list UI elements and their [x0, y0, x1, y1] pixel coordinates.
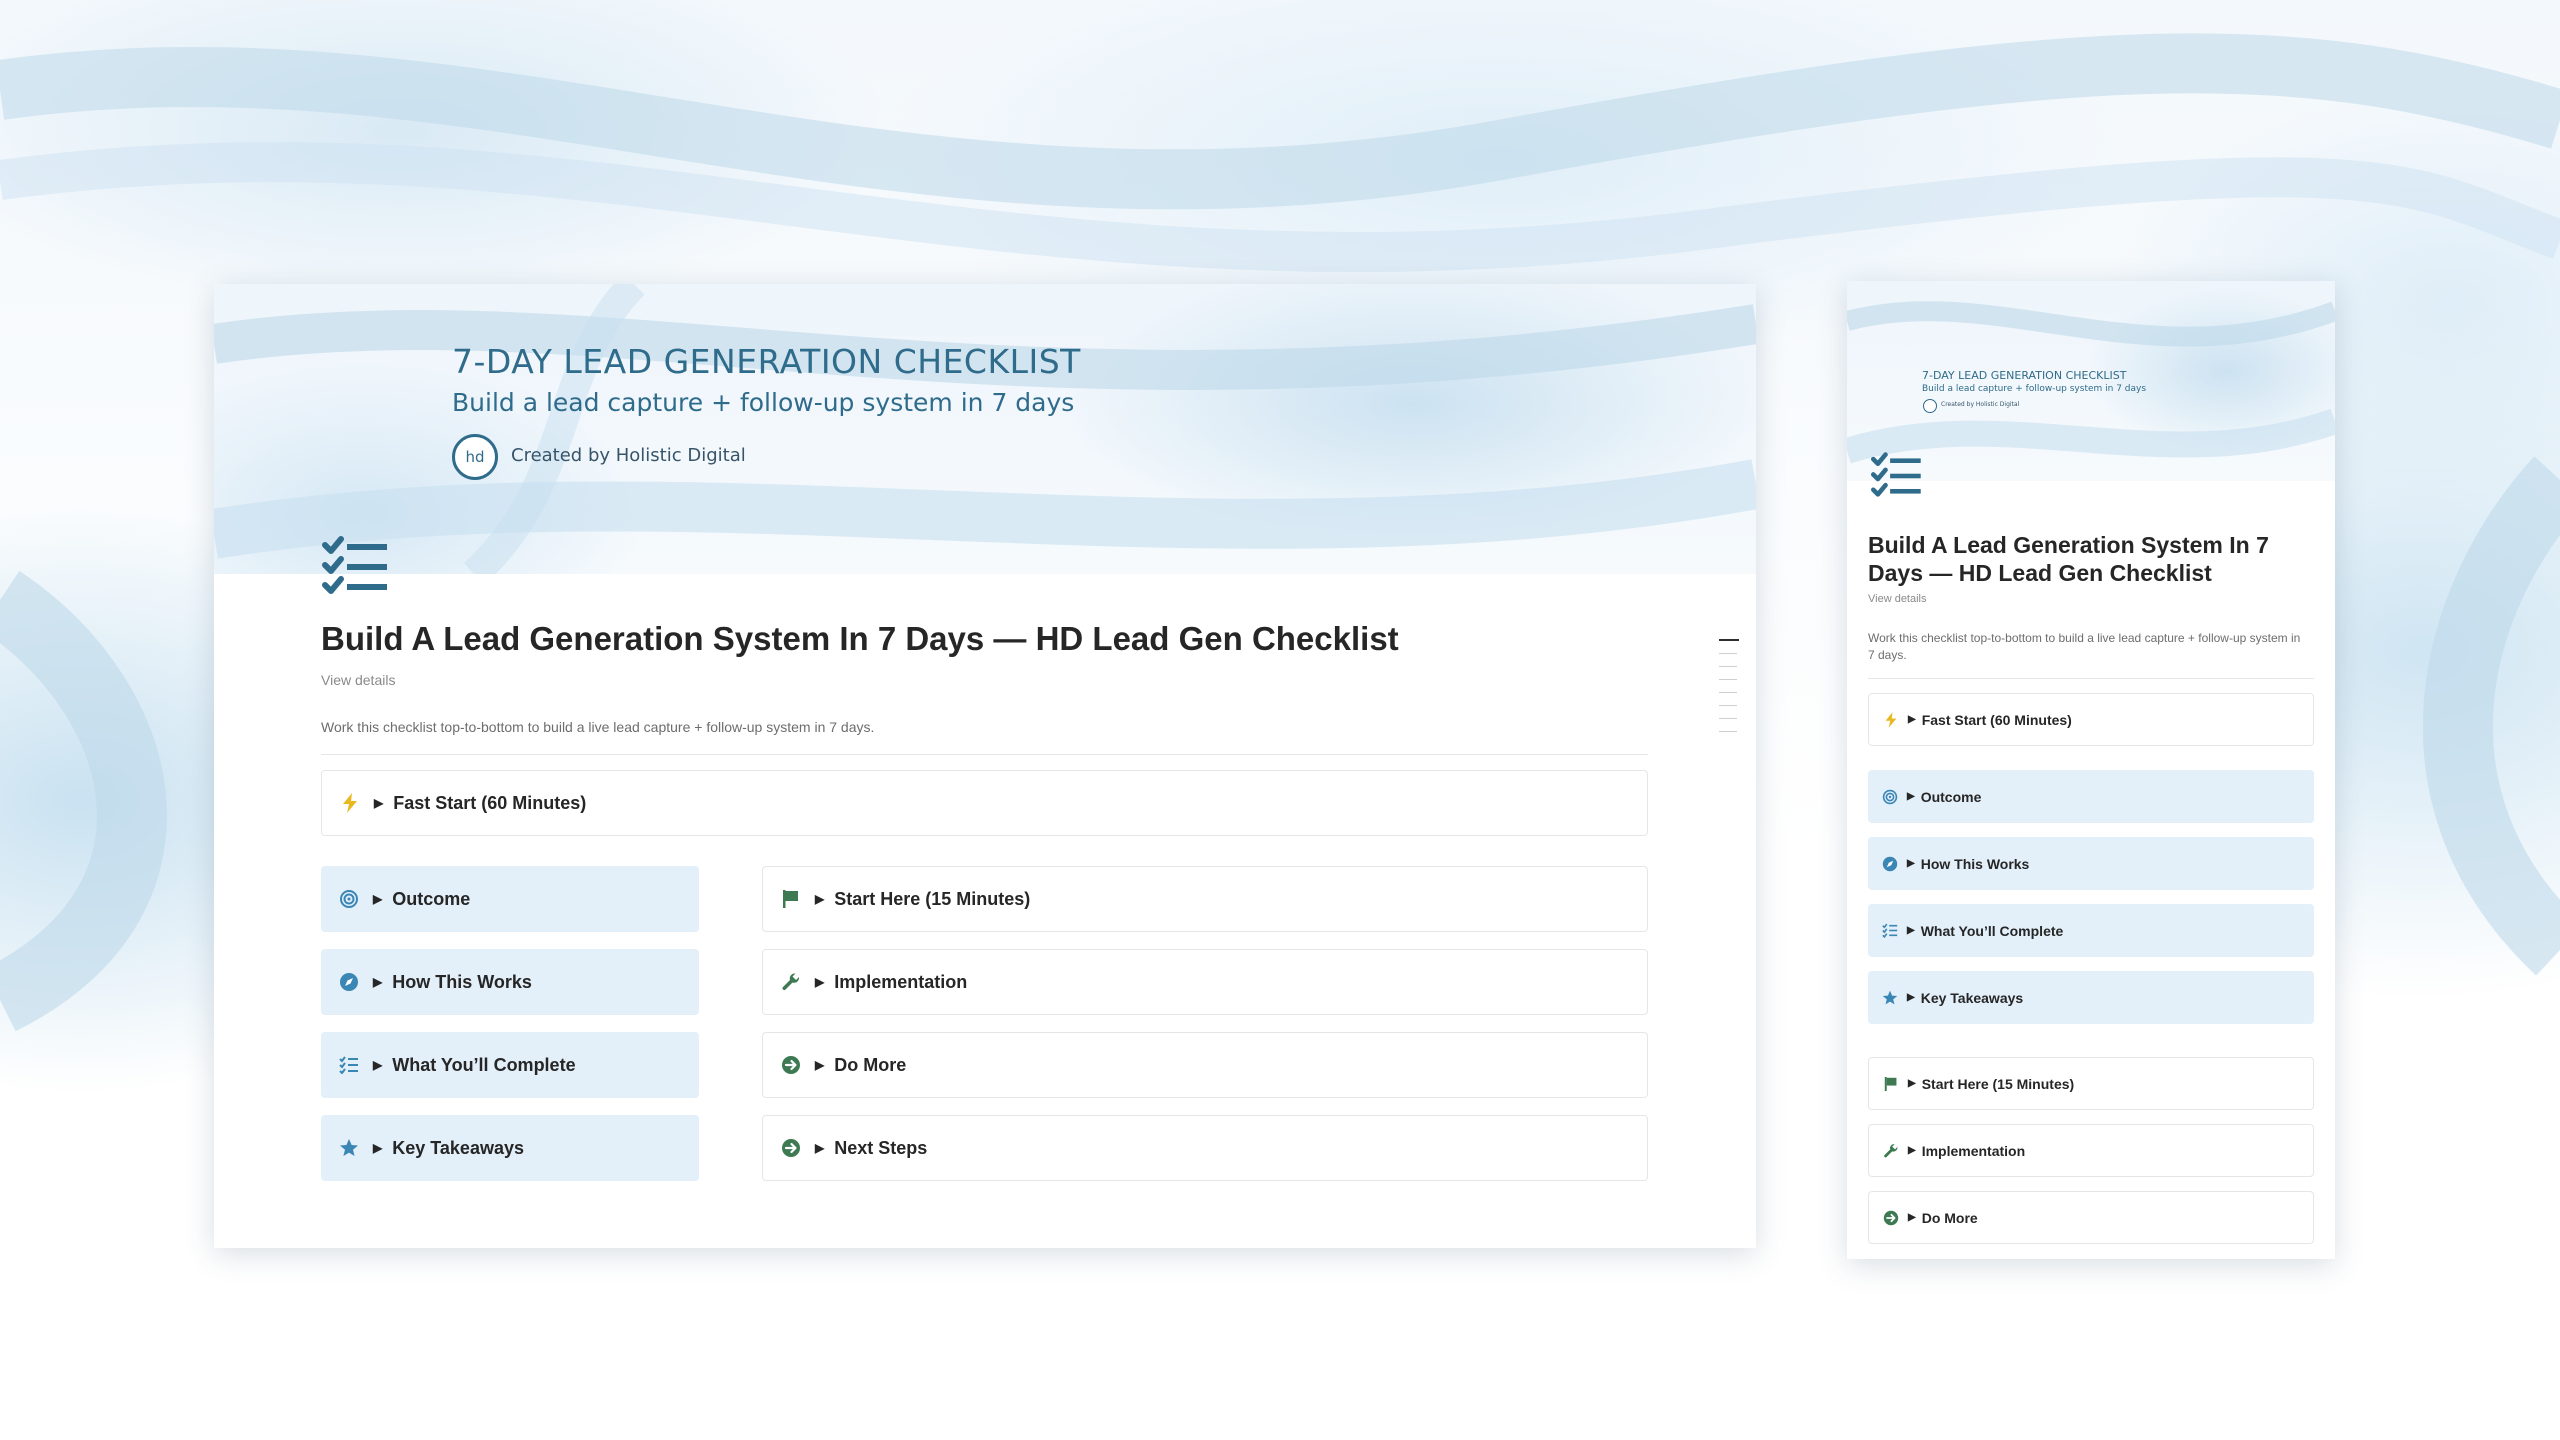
- checklist-page-icon: [322, 536, 390, 603]
- toggle-label: Fast Start (60 Minutes): [1921, 711, 2072, 728]
- toggle-triangle-icon: ▶: [1908, 1212, 1916, 1223]
- toggle-how-this-works[interactable]: ▶ How This Works: [1868, 837, 2314, 890]
- holistic-digital-logo: hd: [452, 434, 498, 480]
- cover-created-by: Created by Holistic Digital: [1941, 401, 2020, 408]
- toggle-label: Key Takeaways: [1920, 989, 2024, 1006]
- star-icon: [337, 1136, 361, 1160]
- toggle-triangle-icon: ▶: [1908, 1078, 1916, 1089]
- toggle-label: Do More: [834, 1054, 907, 1075]
- cover-title: 7-DAY LEAD GENERATION CHECKLIST: [452, 342, 1081, 381]
- arrow-circle-icon: [779, 1136, 803, 1160]
- toggle-next-steps[interactable]: ▶ Next Steps: [762, 1115, 1648, 1181]
- toggle-key-takeaways[interactable]: ▶ Key Takeaways: [321, 1115, 699, 1181]
- wrench-icon: [1882, 1142, 1900, 1160]
- toggle-start-here[interactable]: ▶ Start Here (15 Minutes): [1868, 1057, 2314, 1110]
- flag-icon: [779, 887, 803, 911]
- holistic-digital-logo: [1923, 399, 1937, 413]
- page-intro: Work this checklist top-to-bottom to bui…: [321, 719, 875, 735]
- toggle-label: Start Here (15 Minutes): [834, 888, 1031, 909]
- toggle-triangle-icon: ▶: [374, 796, 384, 810]
- target-icon: [1881, 788, 1899, 806]
- toggle-triangle-icon: ▶: [373, 975, 383, 989]
- cover-banner: 7-DAY LEAD GENERATION CHECKLIST Build a …: [1847, 281, 2335, 481]
- page-title: Build A Lead Generation System In 7 Days…: [1868, 532, 2269, 586]
- bolt-icon: [1882, 711, 1900, 729]
- toggle-label: Fast Start (60 Minutes): [393, 792, 587, 813]
- table-of-contents-indicator[interactable]: [1719, 639, 1741, 744]
- toggle-triangle-icon: ▶: [1907, 791, 1915, 802]
- arrow-circle-icon: [1882, 1209, 1900, 1227]
- toggle-triangle-icon: ▶: [373, 892, 383, 906]
- toggle-implementation[interactable]: ▶ Implementation: [762, 949, 1648, 1015]
- view-details-link[interactable]: View details: [1868, 593, 1927, 605]
- toggle-triangle-icon: ▶: [1907, 925, 1915, 936]
- toggle-start-here[interactable]: ▶ Start Here (15 Minutes): [762, 866, 1648, 932]
- compass-icon: [1881, 855, 1899, 873]
- star-icon: [1881, 989, 1899, 1007]
- toggle-triangle-icon: ▶: [815, 975, 825, 989]
- toggle-triangle-icon: ▶: [373, 1058, 383, 1072]
- divider: [1868, 678, 2314, 679]
- toggle-label: How This Works: [392, 971, 532, 992]
- toggle-triangle-icon: ▶: [1907, 992, 1915, 1003]
- divider: [321, 754, 1648, 755]
- target-icon: [337, 887, 361, 911]
- toggle-triangle-icon: ▶: [1908, 1145, 1916, 1156]
- view-details-link[interactable]: View details: [321, 672, 395, 688]
- toggle-label: Outcome: [1920, 788, 1982, 805]
- page-title: Build A Lead Generation System In 7 Days…: [321, 620, 1399, 657]
- page-intro: Work this checklist top-to-bottom to bui…: [1868, 631, 2301, 662]
- toggle-triangle-icon: ▶: [1908, 714, 1916, 725]
- cover-subtitle: Build a lead capture + follow-up system …: [1922, 384, 2147, 394]
- flag-icon: [1882, 1075, 1900, 1093]
- toggle-triangle-icon: ▶: [373, 1141, 383, 1155]
- arrow-circle-icon: [779, 1053, 803, 1077]
- cover-created-by: Created by Holistic Digital: [511, 445, 746, 466]
- toggle-label: Do More: [1921, 1209, 1978, 1226]
- toggle-triangle-icon: ▶: [1907, 858, 1915, 869]
- toggle-triangle-icon: ▶: [815, 1141, 825, 1155]
- mobile-page-view: 7-DAY LEAD GENERATION CHECKLIST Build a …: [1847, 281, 2335, 1259]
- toggle-do-more[interactable]: ▶ Do More: [762, 1032, 1648, 1098]
- compass-icon: [337, 970, 361, 994]
- toggle-triangle-icon: ▶: [815, 892, 825, 906]
- toggle-label: Outcome: [392, 888, 471, 909]
- toggle-label: Implementation: [834, 971, 968, 992]
- bolt-icon: [338, 791, 362, 815]
- cover-banner: 7-DAY LEAD GENERATION CHECKLIST Build a …: [214, 284, 1756, 574]
- toggle-key-takeaways[interactable]: ▶ Key Takeaways: [1868, 971, 2314, 1024]
- desktop-page-view: 7-DAY LEAD GENERATION CHECKLIST Build a …: [214, 284, 1756, 1248]
- wrench-icon: [779, 970, 803, 994]
- toggle-label: Key Takeaways: [392, 1137, 524, 1158]
- toggle-what-youll-complete[interactable]: ▶ What You’ll Complete: [321, 1032, 699, 1098]
- toggle-label: How This Works: [1920, 855, 2030, 872]
- cover-subtitle: Build a lead capture + follow-up system …: [452, 388, 1075, 417]
- checklist-icon: [1881, 922, 1899, 940]
- cover-title: 7-DAY LEAD GENERATION CHECKLIST: [1922, 369, 2127, 382]
- toggle-implementation[interactable]: ▶ Implementation: [1868, 1124, 2314, 1177]
- toggle-label: Implementation: [1921, 1142, 2026, 1159]
- toggle-outcome[interactable]: ▶ Outcome: [1868, 770, 2314, 823]
- toggle-label: Start Here (15 Minutes): [1921, 1075, 2075, 1092]
- toggle-label: Next Steps: [834, 1137, 928, 1158]
- toggle-what-youll-complete[interactable]: ▶ What You’ll Complete: [1868, 904, 2314, 957]
- checklist-icon: [337, 1053, 361, 1077]
- checklist-page-icon: [1871, 452, 1923, 505]
- toggle-outcome[interactable]: ▶ Outcome: [321, 866, 699, 932]
- toggle-fast-start[interactable]: ▶ Fast Start (60 Minutes): [321, 770, 1648, 836]
- toggle-do-more[interactable]: ▶ Do More: [1868, 1191, 2314, 1244]
- toggle-fast-start[interactable]: ▶ Fast Start (60 Minutes): [1868, 693, 2314, 746]
- toggle-triangle-icon: ▶: [815, 1058, 825, 1072]
- toggle-label: What You’ll Complete: [1920, 922, 2064, 939]
- toggle-how-this-works[interactable]: ▶ How This Works: [321, 949, 699, 1015]
- logo-text: hd: [465, 448, 485, 466]
- toggle-label: What You’ll Complete: [392, 1054, 576, 1075]
